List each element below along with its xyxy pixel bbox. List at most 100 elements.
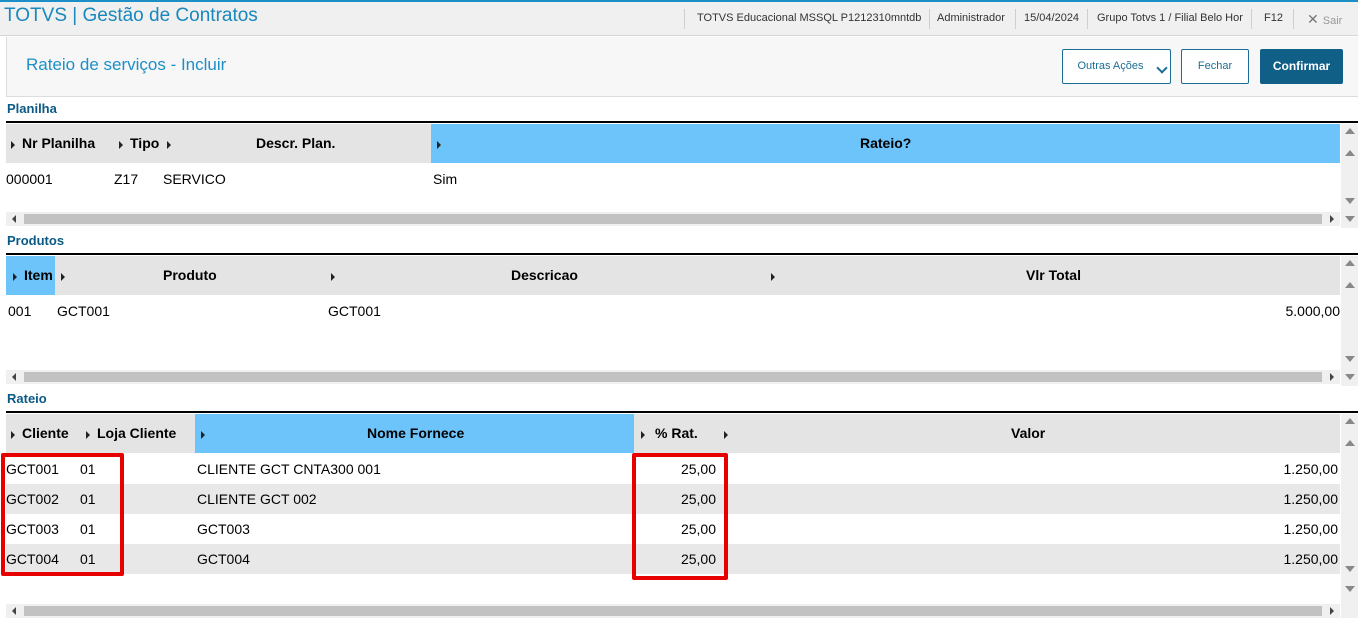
scrollbar-thumb[interactable]	[24, 606, 1322, 616]
table-row[interactable]: 000001 Z17 SERVICO Sim	[6, 164, 1340, 194]
branch-label[interactable]: Grupo Totvs 1 / Filial Belo Hor	[1097, 12, 1243, 24]
table-row[interactable]: GCT003 01 GCT003 25,00 1.250,00	[6, 514, 1340, 544]
sort-arrow-icon	[771, 273, 775, 281]
scrollbar-thumb[interactable]	[24, 372, 1322, 382]
sort-arrow-icon	[201, 431, 205, 439]
scroll-top-icon[interactable]	[1345, 128, 1355, 134]
page-title: Rateio de serviços - Incluir	[26, 55, 227, 74]
scroll-bottom-icon[interactable]	[1345, 216, 1355, 222]
scroll-top-icon[interactable]	[1345, 418, 1355, 424]
chevron-down-icon	[1156, 62, 1168, 74]
cell-valor: 1.250,00	[1283, 551, 1339, 567]
table-row[interactable]: 001 GCT001 GCT001 5.000,00	[6, 296, 1340, 326]
exit-button[interactable]: ✕ Sair	[1307, 11, 1342, 28]
scroll-bottom-icon[interactable]	[1345, 374, 1355, 380]
scroll-down-icon[interactable]	[1345, 566, 1355, 572]
sort-arrow-icon	[11, 141, 15, 149]
vertical-scrollbar[interactable]	[1341, 124, 1358, 228]
column-header-loja-cliente[interactable]: Loja Cliente	[97, 414, 192, 453]
column-header-pct-rat[interactable]: % Rat.	[655, 414, 715, 453]
cell-pct-rat: 25,00	[680, 461, 716, 477]
form-header: Rateio de serviços - Incluir Outras Açõe…	[6, 37, 1358, 97]
divider	[1251, 9, 1252, 29]
cell-produto: GCT001	[57, 303, 110, 319]
shortcut-label[interactable]: F12	[1264, 12, 1283, 24]
scroll-left-icon[interactable]	[12, 607, 16, 615]
column-header-tipo[interactable]: Tipo	[130, 124, 166, 163]
cell-descricao: GCT001	[328, 303, 381, 319]
cell-loja-cliente: 01	[80, 461, 96, 477]
column-header-descr-plan[interactable]: Descr. Plan.	[256, 124, 356, 163]
cell-nome-fornece: GCT003	[197, 521, 250, 537]
scrollbar-thumb[interactable]	[24, 214, 1322, 224]
scroll-down-icon[interactable]	[1345, 198, 1355, 204]
confirm-button[interactable]: Confirmar	[1260, 49, 1343, 84]
close-button[interactable]: Fechar	[1181, 49, 1249, 84]
column-header-nome-fornece: Nome Fornece	[367, 425, 465, 441]
cell-pct-rat: 25,00	[680, 521, 716, 537]
cell-pct-rat: 25,00	[680, 551, 716, 567]
cell-valor: 1.250,00	[1283, 521, 1339, 537]
horizontal-scrollbar[interactable]	[6, 370, 1340, 384]
scroll-left-icon[interactable]	[12, 373, 16, 381]
table-row[interactable]: GCT004 01 GCT004 25,00 1.250,00	[6, 544, 1340, 574]
scroll-bottom-icon[interactable]	[1345, 586, 1355, 592]
column-header-valor[interactable]: Valor	[1011, 414, 1061, 453]
environment-label: TOTVS Educacional MSSQL P1212310mntdb	[697, 12, 922, 24]
sort-arrow-icon	[13, 273, 17, 281]
cell-vlr-total: 5.000,00	[1285, 303, 1341, 319]
cell-cliente: GCT003	[6, 521, 59, 537]
cell-nr-planilha: 000001	[6, 171, 53, 187]
cell-pct-rat: 25,00	[680, 491, 716, 507]
table-row[interactable]: GCT002 01 CLIENTE GCT 002 25,00 1.250,00	[6, 484, 1340, 514]
cell-nome-fornece: GCT004	[197, 551, 250, 567]
scroll-up-icon[interactable]	[1345, 150, 1355, 156]
column-header-item-selected[interactable]: Item	[6, 256, 55, 295]
column-header-vlr-total[interactable]: Vlr Total	[1026, 256, 1096, 295]
scroll-left-icon[interactable]	[12, 215, 16, 223]
sort-arrow-icon	[119, 141, 123, 149]
column-header-rateio-selected[interactable]: Rateio?	[431, 124, 1340, 163]
scroll-up-icon[interactable]	[1345, 282, 1355, 288]
column-header-nome-fornece-selected[interactable]: Nome Fornece	[195, 414, 634, 453]
cell-rateio: Sim	[433, 171, 458, 187]
close-icon: ✕	[1307, 11, 1319, 27]
cell-loja-cliente: 01	[80, 491, 96, 507]
other-actions-label: Outras Ações	[1077, 60, 1144, 72]
column-header-produto[interactable]: Produto	[163, 256, 233, 295]
column-header-nr-planilha[interactable]: Nr Planilha	[22, 124, 114, 163]
column-header-cliente[interactable]: Cliente	[22, 414, 82, 453]
scroll-down-icon[interactable]	[1345, 356, 1355, 362]
rateio-header-row: Cliente Loja Cliente Nome Fornece % Rat.…	[6, 414, 1340, 453]
sort-arrow-icon	[331, 273, 335, 281]
sort-arrow-icon	[641, 431, 645, 439]
divider	[1015, 9, 1016, 29]
vertical-scrollbar[interactable]	[1341, 256, 1358, 386]
scroll-right-icon[interactable]	[1330, 215, 1334, 223]
section-title-produtos: Produtos	[7, 233, 65, 248]
cell-nome-fornece: CLIENTE GCT CNTA300 001	[197, 461, 381, 477]
divider	[684, 9, 685, 29]
cell-tipo: Z17	[114, 171, 139, 187]
scroll-top-icon[interactable]	[1345, 260, 1355, 266]
other-actions-button[interactable]: Outras Ações	[1062, 49, 1171, 84]
produtos-header-row: Item Produto Descricao Vlr Total	[6, 256, 1340, 295]
scroll-up-icon[interactable]	[1345, 440, 1355, 446]
section-divider	[6, 411, 1358, 413]
scroll-right-icon[interactable]	[1330, 607, 1334, 615]
cell-loja-cliente: 01	[80, 521, 96, 537]
horizontal-scrollbar[interactable]	[6, 212, 1340, 226]
column-header-descricao[interactable]: Descricao	[511, 256, 591, 295]
cell-descr-plan: SERVICO	[163, 171, 226, 187]
cell-cliente: GCT004	[6, 551, 59, 567]
divider	[1087, 9, 1088, 29]
vertical-scrollbar[interactable]	[1341, 414, 1358, 618]
date-label[interactable]: 15/04/2024	[1024, 12, 1079, 24]
user-label[interactable]: Administrador	[937, 12, 1005, 24]
scroll-right-icon[interactable]	[1330, 373, 1334, 381]
sort-arrow-icon	[61, 273, 65, 281]
cell-valor: 1.250,00	[1283, 461, 1339, 477]
horizontal-scrollbar[interactable]	[6, 604, 1340, 618]
sort-arrow-icon	[167, 141, 171, 149]
table-row[interactable]: GCT001 01 CLIENTE GCT CNTA300 001 25,00 …	[6, 454, 1340, 484]
